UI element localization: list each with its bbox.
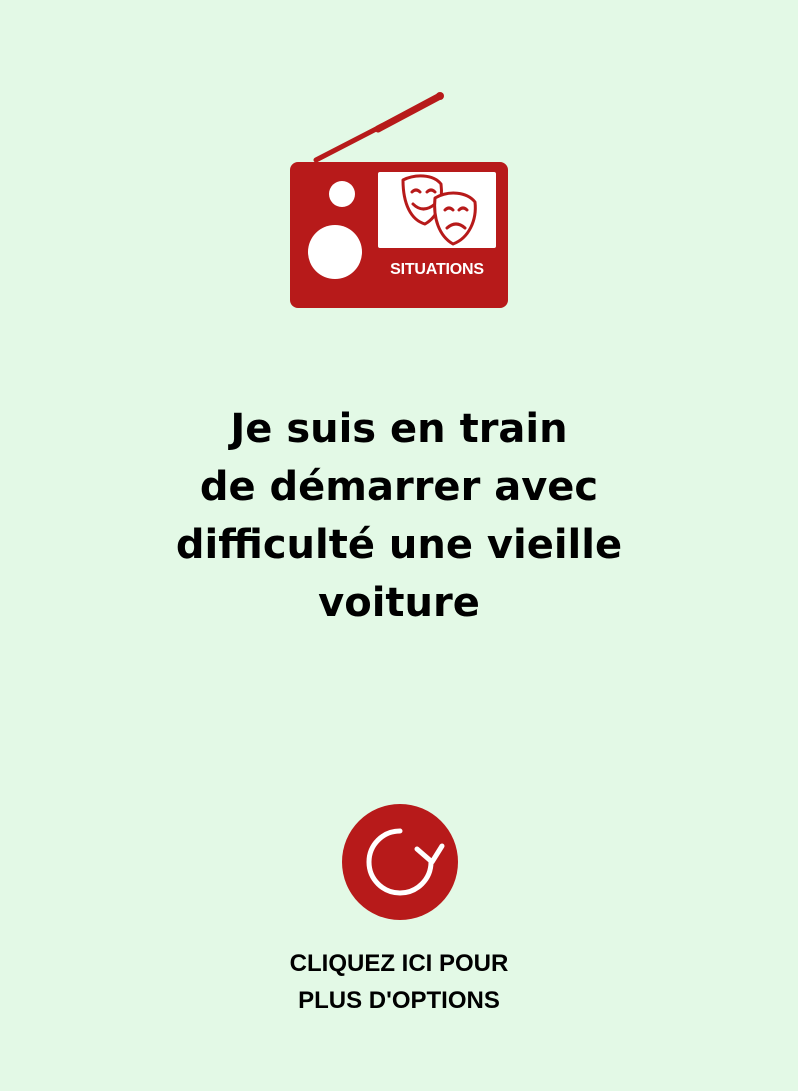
situation-message: Je suis en train de démarrer avec diffic… (110, 400, 688, 632)
situation-message-line: difficulté une vieille (175, 522, 623, 568)
situations-label: SITUATIONS (390, 261, 484, 278)
situation-message-line: voiture (318, 580, 480, 626)
more-options-line: PLUS D'OPTIONS (298, 987, 500, 1014)
theater-masks-icon (395, 172, 479, 248)
situation-message-line: de démarrer avec (199, 464, 599, 510)
more-options-button[interactable] (342, 804, 458, 920)
situation-message-line: Je suis en train (230, 406, 568, 452)
refresh-icon (366, 828, 445, 896)
more-options-link[interactable]: CLIQUEZ ICI POUR PLUS D'OPTIONS (200, 945, 598, 1019)
more-options-line: CLIQUEZ ICI POUR (289, 950, 509, 977)
